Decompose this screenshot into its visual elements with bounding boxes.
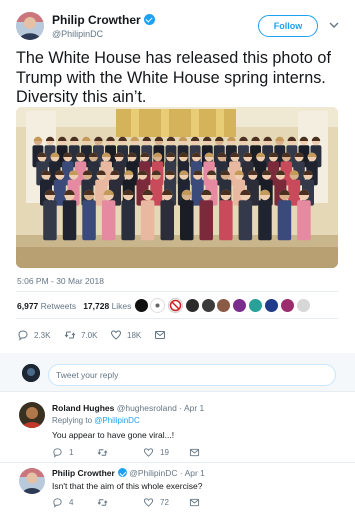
tweet-photo[interactable]	[16, 107, 338, 268]
likes-label[interactable]: Likes	[112, 301, 132, 311]
verified-badge-icon	[117, 468, 127, 477]
envelope-icon	[189, 498, 200, 507]
reply-avatar[interactable]	[19, 402, 45, 428]
reply-retweet-action[interactable]	[97, 447, 114, 458]
reply-avatar[interactable]	[19, 468, 45, 494]
heart-icon	[143, 448, 154, 457]
retweets-count[interactable]: 6,977	[17, 301, 38, 311]
liker-avatar[interactable]	[150, 298, 165, 313]
divider	[0, 391, 355, 392]
reply-like-action[interactable]: 19	[143, 447, 169, 458]
retweets-label[interactable]: Retweets	[41, 301, 76, 311]
reply-input[interactable]: Tweet your reply	[48, 364, 336, 386]
current-user-avatar	[22, 364, 40, 382]
liker-avatar[interactable]	[232, 298, 247, 313]
reply-action[interactable]: 2.3K	[17, 327, 50, 343]
divider	[16, 318, 338, 319]
heart-icon	[110, 330, 122, 340]
envelope-icon	[155, 331, 165, 339]
reply-dm-action[interactable]	[189, 447, 206, 458]
tweet-timestamp[interactable]: 5:06 PM - 30 Mar 2018	[17, 276, 104, 286]
heart-icon	[143, 498, 154, 507]
reply-like-action[interactable]: 72	[143, 497, 169, 508]
reply-text: Isn't that the aim of this whole exercis…	[52, 481, 203, 491]
liker-avatar[interactable]	[134, 298, 149, 313]
liker-avatar[interactable]	[248, 298, 263, 313]
liker-avatar[interactable]	[201, 298, 216, 313]
reply-reply-action[interactable]: 1	[52, 447, 73, 458]
liker-avatar[interactable]	[168, 298, 183, 313]
tweet-stats: 6,977 Retweets 17,728 Likes	[17, 301, 131, 311]
liker-avatar[interactable]	[280, 298, 295, 313]
retweet-icon	[64, 331, 76, 339]
liker-avatar[interactable]	[185, 298, 200, 313]
tweet-text: The White House has released this photo …	[16, 49, 331, 106]
like-action[interactable]: 18K	[110, 327, 141, 343]
liker-avatar[interactable]	[216, 298, 231, 313]
follow-button[interactable]: Follow	[258, 15, 318, 37]
replying-to: Replying to @PhilipinDC	[52, 416, 140, 425]
retweet-icon	[97, 499, 108, 506]
reply-icon	[53, 498, 62, 508]
liker-avatar[interactable]	[296, 298, 311, 313]
chevron-down-icon[interactable]	[327, 18, 341, 32]
author-name[interactable]: Philip Crowther	[52, 13, 155, 27]
reply-icon	[53, 448, 62, 458]
reply-author[interactable]: Roland Hughes @hughesroland · Apr 1	[52, 403, 204, 413]
direct-message-action[interactable]	[154, 327, 171, 343]
divider	[0, 462, 355, 463]
reply-icon	[18, 330, 28, 341]
reply-retweet-action[interactable]	[97, 497, 114, 508]
verified-badge-icon	[143, 14, 155, 25]
divider	[16, 291, 338, 292]
author-avatar[interactable]	[16, 12, 44, 40]
reply-dm-action[interactable]	[189, 497, 206, 508]
envelope-icon	[189, 448, 200, 457]
reply-reply-action[interactable]: 4	[52, 497, 73, 508]
reply-author[interactable]: Philip Crowther @PhilipinDC · Apr 1	[52, 468, 205, 478]
liker-avatar[interactable]	[264, 298, 279, 313]
retweet-action[interactable]: 7.0K	[64, 327, 97, 343]
reply-text: You appear to have gone viral...!	[52, 430, 175, 440]
author-handle[interactable]: @PhilipinDC	[52, 29, 103, 39]
retweet-icon	[97, 449, 108, 456]
likes-count[interactable]: 17,728	[83, 301, 109, 311]
